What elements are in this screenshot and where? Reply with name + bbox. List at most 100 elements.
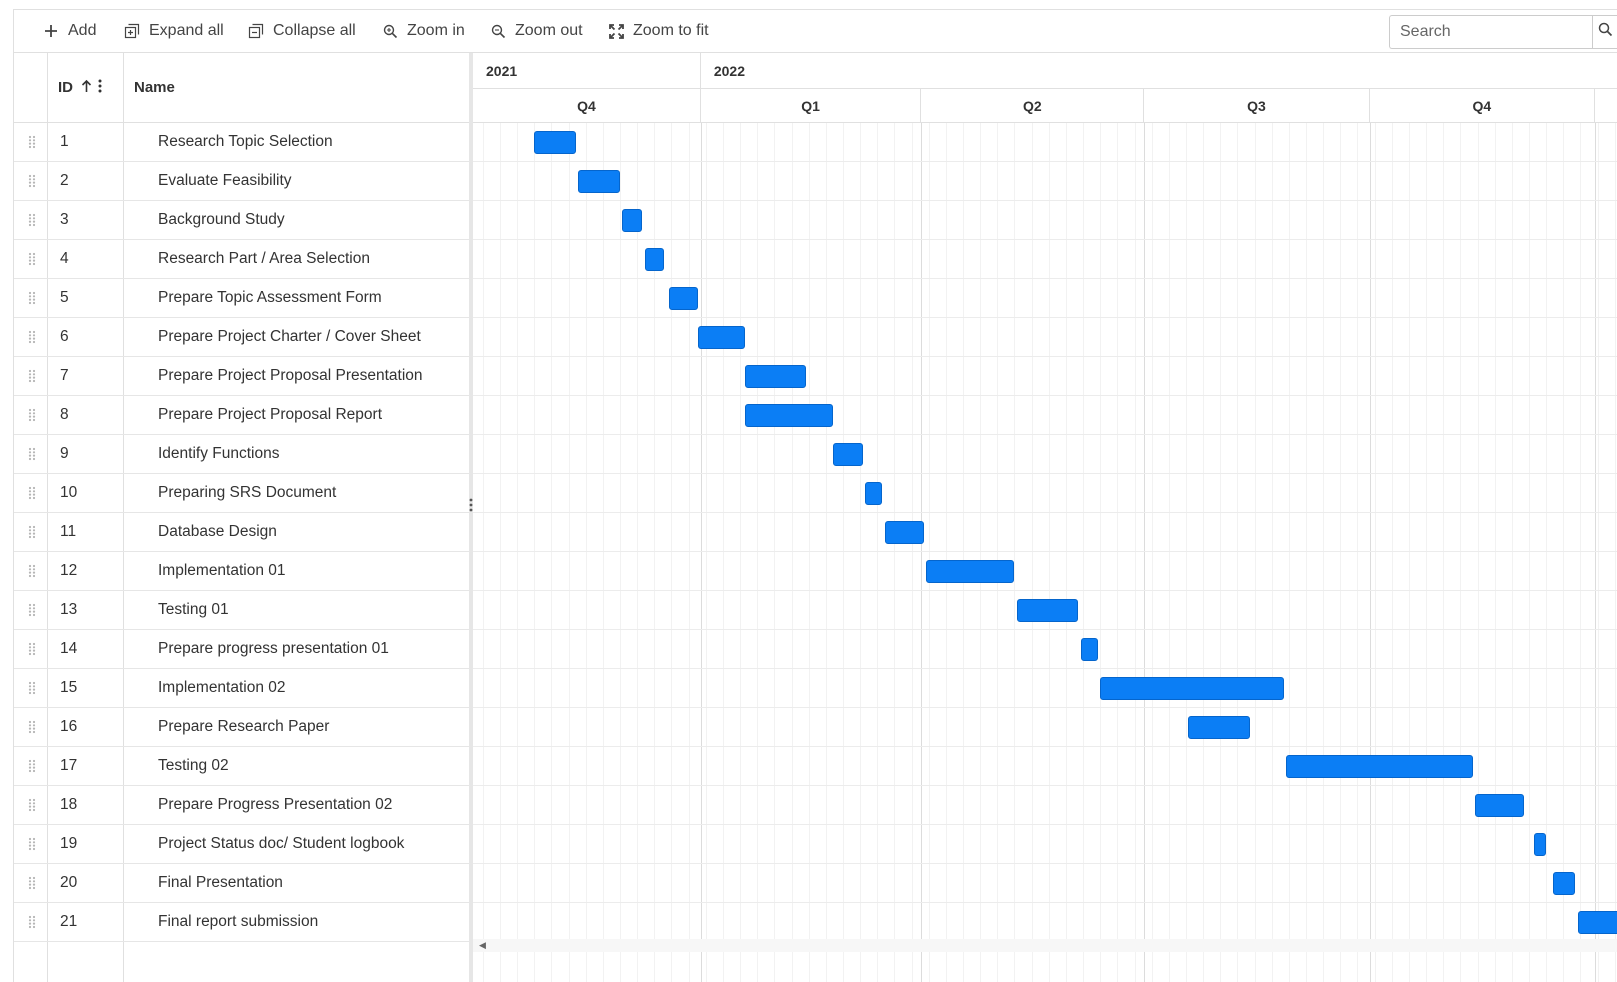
name-column-header[interactable]: Name xyxy=(134,53,175,122)
week-gridline xyxy=(1528,123,1530,982)
task-id: 11 xyxy=(60,523,77,540)
week-gridline xyxy=(1014,123,1016,982)
week-gridline xyxy=(1323,123,1325,982)
task-bar[interactable] xyxy=(744,365,807,388)
gantt-scroll-left-icon[interactable]: ◀ xyxy=(479,940,486,951)
task-bar[interactable] xyxy=(1286,755,1473,778)
task-bar[interactable] xyxy=(669,287,699,310)
week-gridline xyxy=(568,123,570,982)
drag-handle-icon[interactable] xyxy=(28,486,36,500)
week-gridline xyxy=(1340,123,1342,982)
drag-handle-icon[interactable] xyxy=(28,408,36,422)
task-row[interactable]: 7 Prepare Project Proposal Presentation xyxy=(14,357,482,396)
id-column-header[interactable]: ID xyxy=(58,53,102,122)
task-row[interactable]: 17 Testing 02 xyxy=(14,747,482,786)
task-row[interactable]: 6 Prepare Project Charter / Cover Sheet xyxy=(14,318,482,357)
search-field xyxy=(1389,15,1617,49)
task-row[interactable]: 4 Research Part / Area Selection xyxy=(14,240,482,279)
drag-handle-icon[interactable] xyxy=(28,174,36,188)
quarter-gridline xyxy=(700,123,702,982)
gantt-horizontal-scrollbar[interactable]: ◀ xyxy=(473,939,1617,952)
task-row[interactable]: 2 Evaluate Feasibility xyxy=(14,162,482,201)
drag-handle-icon[interactable] xyxy=(28,837,36,851)
drag-handle-icon[interactable] xyxy=(28,876,36,890)
task-bar[interactable] xyxy=(926,560,1015,583)
task-bar[interactable] xyxy=(698,326,745,349)
task-bar[interactable] xyxy=(1533,833,1547,856)
task-bar[interactable] xyxy=(622,209,643,232)
task-row[interactable]: 13 Testing 01 xyxy=(14,591,482,630)
task-row[interactable]: 12 Implementation 01 xyxy=(14,552,482,591)
week-gridline xyxy=(1443,123,1445,982)
week-gridline xyxy=(928,123,930,982)
task-row[interactable]: 19 Project Status doc/ Student logbook xyxy=(14,825,482,864)
task-bar[interactable] xyxy=(744,404,834,427)
task-row[interactable]: 11 Database Design xyxy=(14,513,482,552)
week-gridline xyxy=(1117,123,1119,982)
task-row[interactable]: 10 Preparing SRS Document xyxy=(14,474,482,513)
week-gridline xyxy=(1185,123,1187,982)
task-bar[interactable] xyxy=(884,521,924,544)
task-row[interactable]: 9 Identify Functions xyxy=(14,435,482,474)
task-row[interactable]: 5 Prepare Topic Assessment Form xyxy=(14,279,482,318)
zoom-in-icon xyxy=(381,22,399,40)
task-row[interactable]: 8 Prepare Project Proposal Report xyxy=(14,396,482,435)
search-button[interactable] xyxy=(1592,15,1617,49)
drag-handle-icon[interactable] xyxy=(28,369,36,383)
task-row[interactable]: 14 Prepare progress presentation 01 xyxy=(14,630,482,669)
task-row[interactable]: 16 Prepare Research Paper xyxy=(14,708,482,747)
task-bar[interactable] xyxy=(578,170,620,193)
task-id: 6 xyxy=(60,328,69,345)
task-bar[interactable] xyxy=(1016,599,1079,622)
zoom-in-button[interactable]: Zoom in xyxy=(381,10,465,52)
week-gridline xyxy=(1220,123,1222,982)
drag-handle-icon[interactable] xyxy=(28,681,36,695)
drag-handle-icon[interactable] xyxy=(28,135,36,149)
week-gridline xyxy=(1134,123,1136,982)
drag-handle-icon[interactable] xyxy=(28,252,36,266)
zoom-out-button[interactable]: Zoom out xyxy=(489,10,583,52)
task-bar[interactable] xyxy=(833,443,863,466)
week-gridline xyxy=(1563,123,1565,982)
drag-handle-icon[interactable] xyxy=(28,759,36,773)
column-menu-icon[interactable] xyxy=(98,79,102,97)
collapse-all-button[interactable]: Collapse all xyxy=(247,10,356,52)
task-row[interactable]: 21 Final report submission xyxy=(14,903,482,942)
add-label: Add xyxy=(68,22,97,39)
name-column-label: Name xyxy=(134,79,175,96)
week-gridline xyxy=(774,123,776,982)
drag-handle-icon[interactable] xyxy=(28,447,36,461)
task-bar[interactable] xyxy=(1080,638,1098,661)
drag-handle-icon[interactable] xyxy=(28,915,36,929)
task-bar[interactable] xyxy=(644,248,665,271)
drag-handle-icon[interactable] xyxy=(28,213,36,227)
task-bar[interactable] xyxy=(1553,872,1576,895)
week-gridline xyxy=(1460,123,1462,982)
task-row[interactable]: 18 Prepare Progress Presentation 02 xyxy=(14,786,482,825)
search-input[interactable] xyxy=(1398,16,1592,48)
add-button[interactable]: Add xyxy=(42,10,96,52)
task-id: 10 xyxy=(60,484,78,501)
task-row[interactable]: 1 Research Topic Selection xyxy=(14,123,482,162)
zoom-to-fit-button[interactable]: Zoom to fit xyxy=(607,10,709,52)
drag-handle-icon[interactable] xyxy=(28,720,36,734)
task-bar[interactable] xyxy=(534,131,576,154)
drag-handle-icon[interactable] xyxy=(28,798,36,812)
task-row[interactable]: 3 Background Study xyxy=(14,201,482,240)
task-bar[interactable] xyxy=(1100,677,1284,700)
expand-all-button[interactable]: Expand all xyxy=(123,10,224,52)
task-row[interactable]: 15 Implementation 02 xyxy=(14,669,482,708)
drag-handle-icon[interactable] xyxy=(28,642,36,656)
drag-handle-icon[interactable] xyxy=(28,330,36,344)
drag-handle-icon[interactable] xyxy=(28,603,36,617)
task-row[interactable]: 20 Final Presentation xyxy=(14,864,482,903)
task-bar[interactable] xyxy=(1188,716,1250,739)
drag-handle-icon[interactable] xyxy=(28,291,36,305)
row-gridline xyxy=(473,239,1617,240)
task-bar[interactable] xyxy=(865,482,883,505)
week-gridline xyxy=(808,123,810,982)
drag-handle-icon[interactable] xyxy=(28,564,36,578)
task-bar[interactable] xyxy=(1475,794,1525,817)
drag-handle-icon[interactable] xyxy=(28,525,36,539)
task-bar[interactable] xyxy=(1577,911,1617,934)
